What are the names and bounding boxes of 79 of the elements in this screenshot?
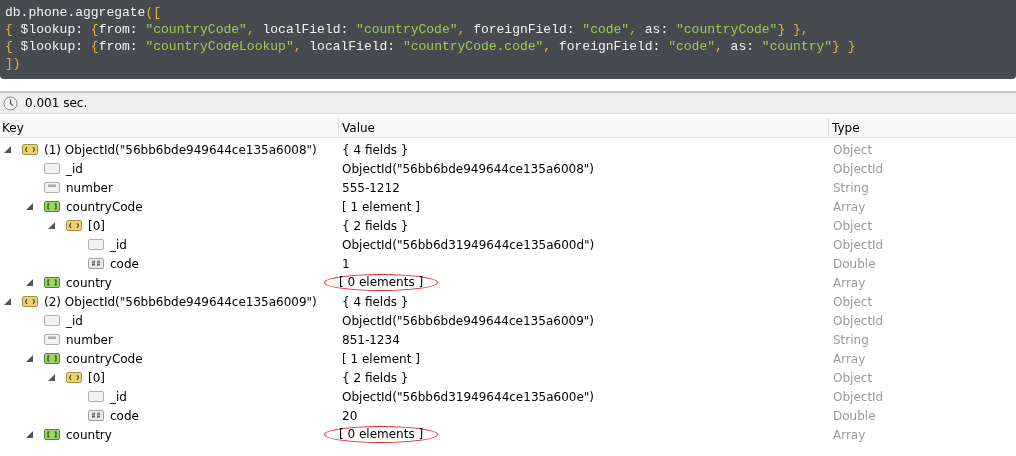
- field-type: Double: [833, 256, 876, 271]
- field-key: _id: [66, 159, 83, 178]
- field-value: 851-1234: [342, 331, 400, 349]
- field-type: Array: [833, 351, 866, 366]
- expand-arrow-icon[interactable]: [26, 279, 33, 286]
- field-value: [ 1 element ]: [342, 350, 420, 368]
- field-key: _id: [110, 387, 127, 406]
- code-line: { $lookup: {from: "countryCodeLookup", localField: "countryCode.code", foreignField: "code", as: "country"} }: [5, 38, 856, 55]
- object-icon: [22, 296, 38, 307]
- field-value: ObjectId("56bb6bde949644ce135a6009"): [342, 312, 594, 330]
- field-type: Array: [833, 427, 866, 442]
- field-key: number: [66, 178, 113, 197]
- field-key: [0]: [88, 216, 105, 235]
- blank-field-icon: [88, 239, 104, 250]
- expand-arrow-icon[interactable]: [48, 374, 55, 381]
- field-type: Double: [833, 408, 876, 423]
- field-value: { 4 fields }: [342, 141, 409, 159]
- field-type: Object: [833, 142, 873, 157]
- object-icon: [22, 144, 38, 155]
- array-icon: [44, 429, 60, 440]
- field-key: _id: [66, 311, 83, 330]
- array-icon: [44, 353, 60, 364]
- code-line: { $lookup: {from: "countryCode", localField: "countryCode", foreignField: "code", as: "countryCode"} },: [5, 21, 809, 38]
- field-type: Array: [833, 275, 866, 290]
- field-value: 20: [342, 407, 358, 425]
- object-icon: [66, 220, 82, 231]
- field-key: _id: [110, 235, 127, 254]
- field-key: code: [110, 406, 139, 425]
- quotes-icon: [44, 334, 60, 345]
- array-icon: [44, 201, 60, 212]
- column-header[interactable]: Key: [0, 118, 338, 137]
- code-line: db.phone.aggregate([: [5, 4, 162, 21]
- field-key: country: [66, 273, 112, 292]
- field-value: [ 1 element ]: [342, 198, 420, 216]
- blank-field-icon: [88, 391, 104, 402]
- field-value: ObjectId("56bb6d31949644ce135a600e"): [342, 388, 594, 406]
- field-key: countryCode: [66, 349, 143, 368]
- field-type: ObjectId: [833, 389, 884, 404]
- expand-arrow-icon[interactable]: [4, 146, 11, 153]
- expand-arrow-icon[interactable]: [4, 298, 11, 305]
- field-key: (1) ObjectId("56bb6bde949644ce135a6008"): [44, 140, 317, 159]
- blank-field-icon: [44, 163, 60, 174]
- field-type: String: [833, 332, 869, 347]
- column-header[interactable]: Type: [828, 118, 1016, 137]
- column-header[interactable]: Value: [338, 118, 828, 137]
- field-type: Object: [833, 370, 873, 385]
- expand-arrow-icon[interactable]: [26, 203, 33, 210]
- execution-time: 0.001 sec.: [25, 95, 88, 112]
- field-type: Object: [833, 218, 873, 233]
- field-key: country: [66, 425, 112, 444]
- blank-field-icon: [44, 315, 60, 326]
- number-icon: [88, 410, 104, 421]
- field-key: code: [110, 254, 139, 273]
- field-value: ObjectId("56bb6bde949644ce135a6008"): [342, 160, 594, 178]
- expand-arrow-icon[interactable]: [48, 222, 55, 229]
- field-value: { 2 fields }: [342, 217, 409, 235]
- field-type: Array: [833, 199, 866, 214]
- number-icon: [88, 258, 104, 269]
- field-key: number: [66, 330, 113, 349]
- code-line: ]): [5, 55, 21, 72]
- field-key: countryCode: [66, 197, 143, 216]
- expand-arrow-icon[interactable]: [26, 431, 33, 438]
- field-type: ObjectId: [833, 161, 884, 176]
- field-value: 1: [342, 255, 350, 273]
- field-type: String: [833, 180, 869, 195]
- expand-arrow-icon[interactable]: [26, 355, 33, 362]
- array-icon: [44, 277, 60, 288]
- field-type: Object: [833, 294, 873, 309]
- field-value: 555-1212: [342, 179, 400, 197]
- object-icon: [66, 372, 82, 383]
- field-type: ObjectId: [833, 313, 884, 328]
- field-value: { 2 fields }: [342, 369, 409, 387]
- field-type: ObjectId: [833, 237, 884, 252]
- quotes-icon: [44, 182, 60, 193]
- query-editor[interactable]: [0, 0, 1016, 79]
- field-value: { 4 fields }: [342, 293, 409, 311]
- field-key: (2) ObjectId("56bb6bde949644ce135a6009"): [44, 292, 317, 311]
- field-value: ObjectId("56bb6d31949644ce135a600d"): [342, 236, 595, 254]
- field-key: [0]: [88, 368, 105, 387]
